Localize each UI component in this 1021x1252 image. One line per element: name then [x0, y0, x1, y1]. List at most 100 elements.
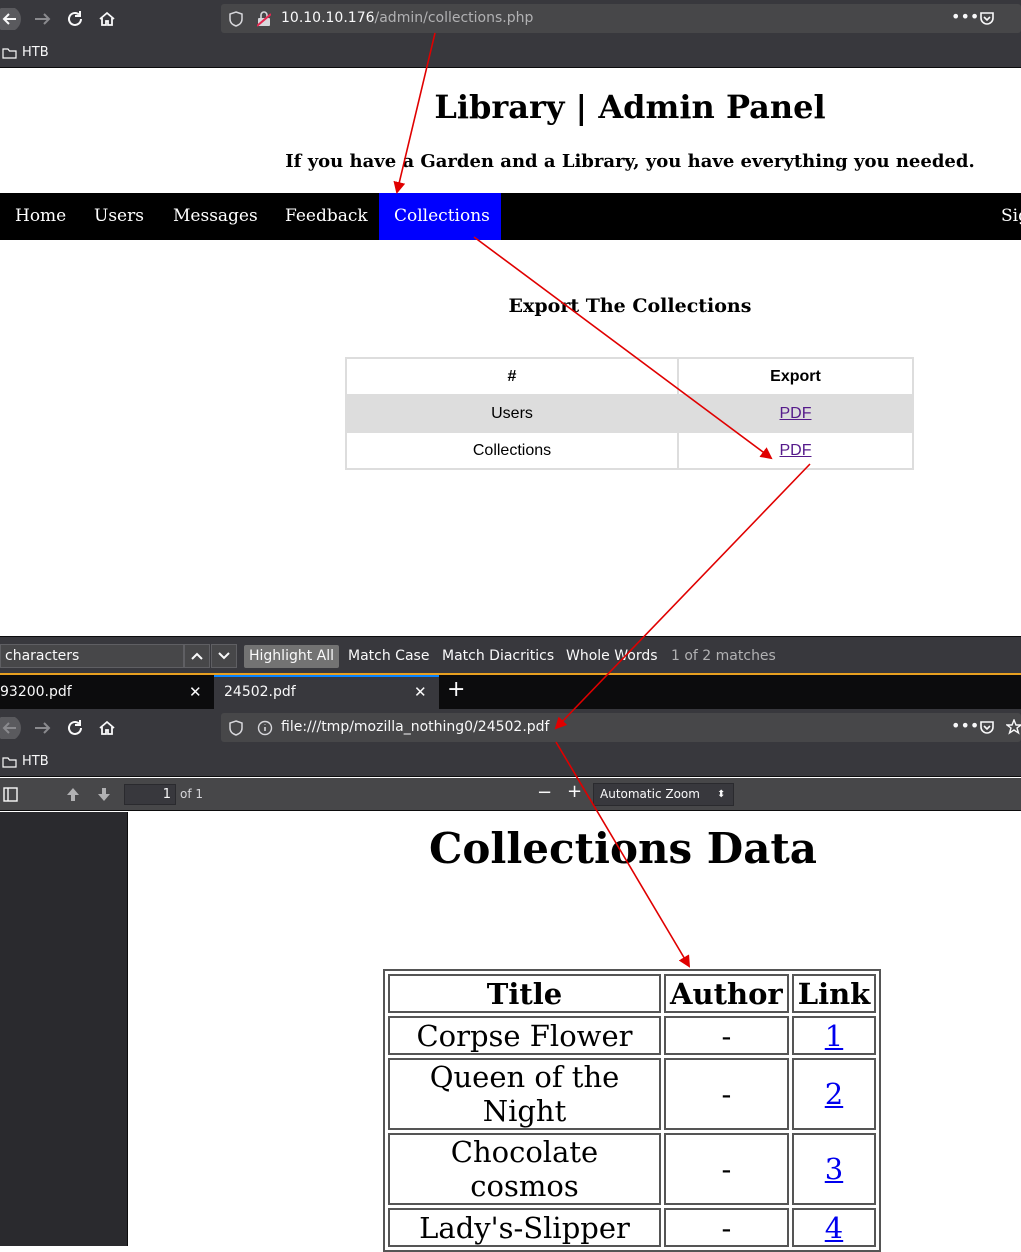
top-nav-toolbar: 10.10.10.176/admin/collections.php •••: [0, 0, 1021, 38]
column-header: Export: [677, 357, 914, 396]
pocket-icon[interactable]: [979, 11, 995, 27]
page-actions-icon[interactable]: •••: [951, 7, 979, 26]
url-path: /admin/collections.php: [374, 10, 534, 26]
column-header: #: [345, 357, 679, 396]
row-link-cell: 1: [791, 1016, 877, 1055]
table-row: Corpse Flower - 1: [388, 1016, 877, 1055]
reload-icon: [68, 11, 82, 26]
row-title: Lady's-Slipper: [388, 1208, 661, 1247]
forward-button[interactable]: [32, 8, 54, 30]
table-header-row: Title Author Link: [388, 974, 877, 1013]
forward-arrow-icon: [35, 13, 51, 25]
info-icon: [257, 720, 273, 736]
zoom-in-icon[interactable]: +: [567, 781, 582, 802]
bookmark-label: HTB: [22, 45, 49, 60]
back-arrow-icon: [0, 8, 21, 30]
nav-feedback[interactable]: Feedback: [270, 193, 383, 240]
row-link[interactable]: 2: [825, 1077, 843, 1111]
nav-signout[interactable]: Sig: [986, 193, 1021, 240]
new-tab-plus-icon[interactable]: +: [447, 677, 465, 702]
highlight-all-toggle[interactable]: Highlight All: [244, 645, 340, 668]
back-button[interactable]: [0, 717, 22, 739]
back-arrow-icon: [0, 717, 21, 739]
row-title: Chocolate cosmos: [388, 1133, 661, 1205]
tab-24502-pdf[interactable]: 24502.pdf ✕: [214, 675, 439, 709]
pdf-sidebar: [0, 812, 128, 1246]
shield-icon: [229, 11, 243, 27]
match-diacritics-toggle[interactable]: Match Diacritics: [442, 645, 554, 668]
bookmarks-toolbar: HTB: [0, 747, 1021, 777]
pdf-page: Collections Data Title Author Link Corps…: [128, 812, 1021, 1252]
reload-button[interactable]: [64, 717, 86, 739]
select-arrows-icon: ⬍: [717, 789, 726, 800]
url-text: 10.10.10.176/admin/collections.php: [281, 10, 533, 26]
previous-page-icon[interactable]: [65, 787, 81, 802]
row-name: Users: [345, 394, 679, 433]
row-author: -: [664, 1133, 789, 1205]
export-table: # Export Users PDF Collections PDF: [345, 357, 914, 470]
back-button[interactable]: [0, 8, 22, 30]
page-number-input[interactable]: [124, 784, 176, 805]
find-next-button[interactable]: [211, 644, 237, 668]
column-header: Link: [791, 974, 877, 1013]
home-icon: [99, 720, 115, 735]
table-row: Lady's-Slipper - 4: [388, 1208, 877, 1247]
row-author: -: [664, 1058, 789, 1130]
zoom-value: Automatic Zoom: [600, 787, 700, 801]
bookmarks-toolbar: HTB: [0, 38, 1021, 68]
find-input[interactable]: [0, 644, 184, 668]
row-author: -: [664, 1016, 789, 1055]
section-title: Export The Collections: [508, 295, 752, 317]
export-collections-pdf-link[interactable]: PDF: [780, 442, 812, 459]
chevron-down-icon: [218, 652, 230, 660]
sidebar-toggle-icon[interactable]: [3, 787, 18, 802]
zoom-out-icon[interactable]: −: [537, 782, 552, 803]
match-case-toggle[interactable]: Match Case: [348, 645, 429, 668]
url-bar[interactable]: 10.10.10.176/admin/collections.php •••: [221, 4, 1021, 33]
reload-icon: [68, 720, 82, 735]
home-button[interactable]: [96, 8, 118, 30]
close-icon[interactable]: ✕: [414, 677, 427, 707]
zoom-select[interactable]: Automatic Zoom ⬍: [593, 783, 734, 806]
chevron-up-icon: [191, 652, 203, 660]
column-header: Title: [388, 974, 661, 1013]
folder-icon: [2, 756, 17, 768]
page-count: of 1: [180, 787, 204, 801]
page-title: Library | Admin Panel: [434, 88, 826, 126]
star-icon[interactable]: [1006, 719, 1021, 735]
tab-93200-pdf[interactable]: 93200.pdf ✕: [0, 675, 213, 709]
table-header-row: # Export: [345, 357, 914, 396]
find-previous-button[interactable]: [184, 644, 210, 668]
url-text: file:///tmp/mozilla_nothing0/24502.pdf: [281, 719, 550, 735]
page-actions-icon[interactable]: •••: [951, 716, 979, 735]
nav-home[interactable]: Home: [0, 193, 81, 240]
home-button[interactable]: [96, 717, 118, 739]
pocket-icon[interactable]: [979, 720, 995, 736]
column-header: Author: [664, 974, 789, 1013]
nav-users[interactable]: Users: [79, 193, 159, 240]
row-link[interactable]: 1: [825, 1019, 843, 1053]
bookmark-htb[interactable]: HTB: [2, 754, 49, 769]
folder-icon: [2, 47, 17, 59]
next-page-icon[interactable]: [96, 787, 112, 802]
nav-messages[interactable]: Messages: [158, 193, 273, 240]
bookmark-htb[interactable]: HTB: [2, 45, 49, 60]
collections-table: Title Author Link Corpse Flower - 1 Quee…: [383, 969, 882, 1252]
close-icon[interactable]: ✕: [189, 675, 202, 709]
tab-label: 24502.pdf: [224, 684, 296, 700]
table-row: Queen of the Night - 2: [388, 1058, 877, 1130]
forward-arrow-icon: [35, 722, 51, 734]
nav-collections[interactable]: Collections: [379, 193, 501, 240]
shield-icon: [229, 720, 243, 736]
forward-button[interactable]: [32, 717, 54, 739]
url-host: 10.10.10.176: [281, 10, 375, 26]
row-link-cell: 2: [791, 1058, 877, 1130]
row-link[interactable]: 3: [825, 1152, 843, 1186]
whole-words-toggle[interactable]: Whole Words: [566, 645, 658, 668]
export-users-pdf-link[interactable]: PDF: [780, 405, 812, 422]
row-link[interactable]: 4: [825, 1211, 843, 1245]
row-author: -: [664, 1208, 789, 1247]
tab-bar: 93200.pdf ✕ 24502.pdf ✕ +: [0, 675, 1021, 709]
reload-button[interactable]: [64, 8, 86, 30]
url-bar[interactable]: file:///tmp/mozilla_nothing0/24502.pdf •…: [221, 713, 1021, 742]
